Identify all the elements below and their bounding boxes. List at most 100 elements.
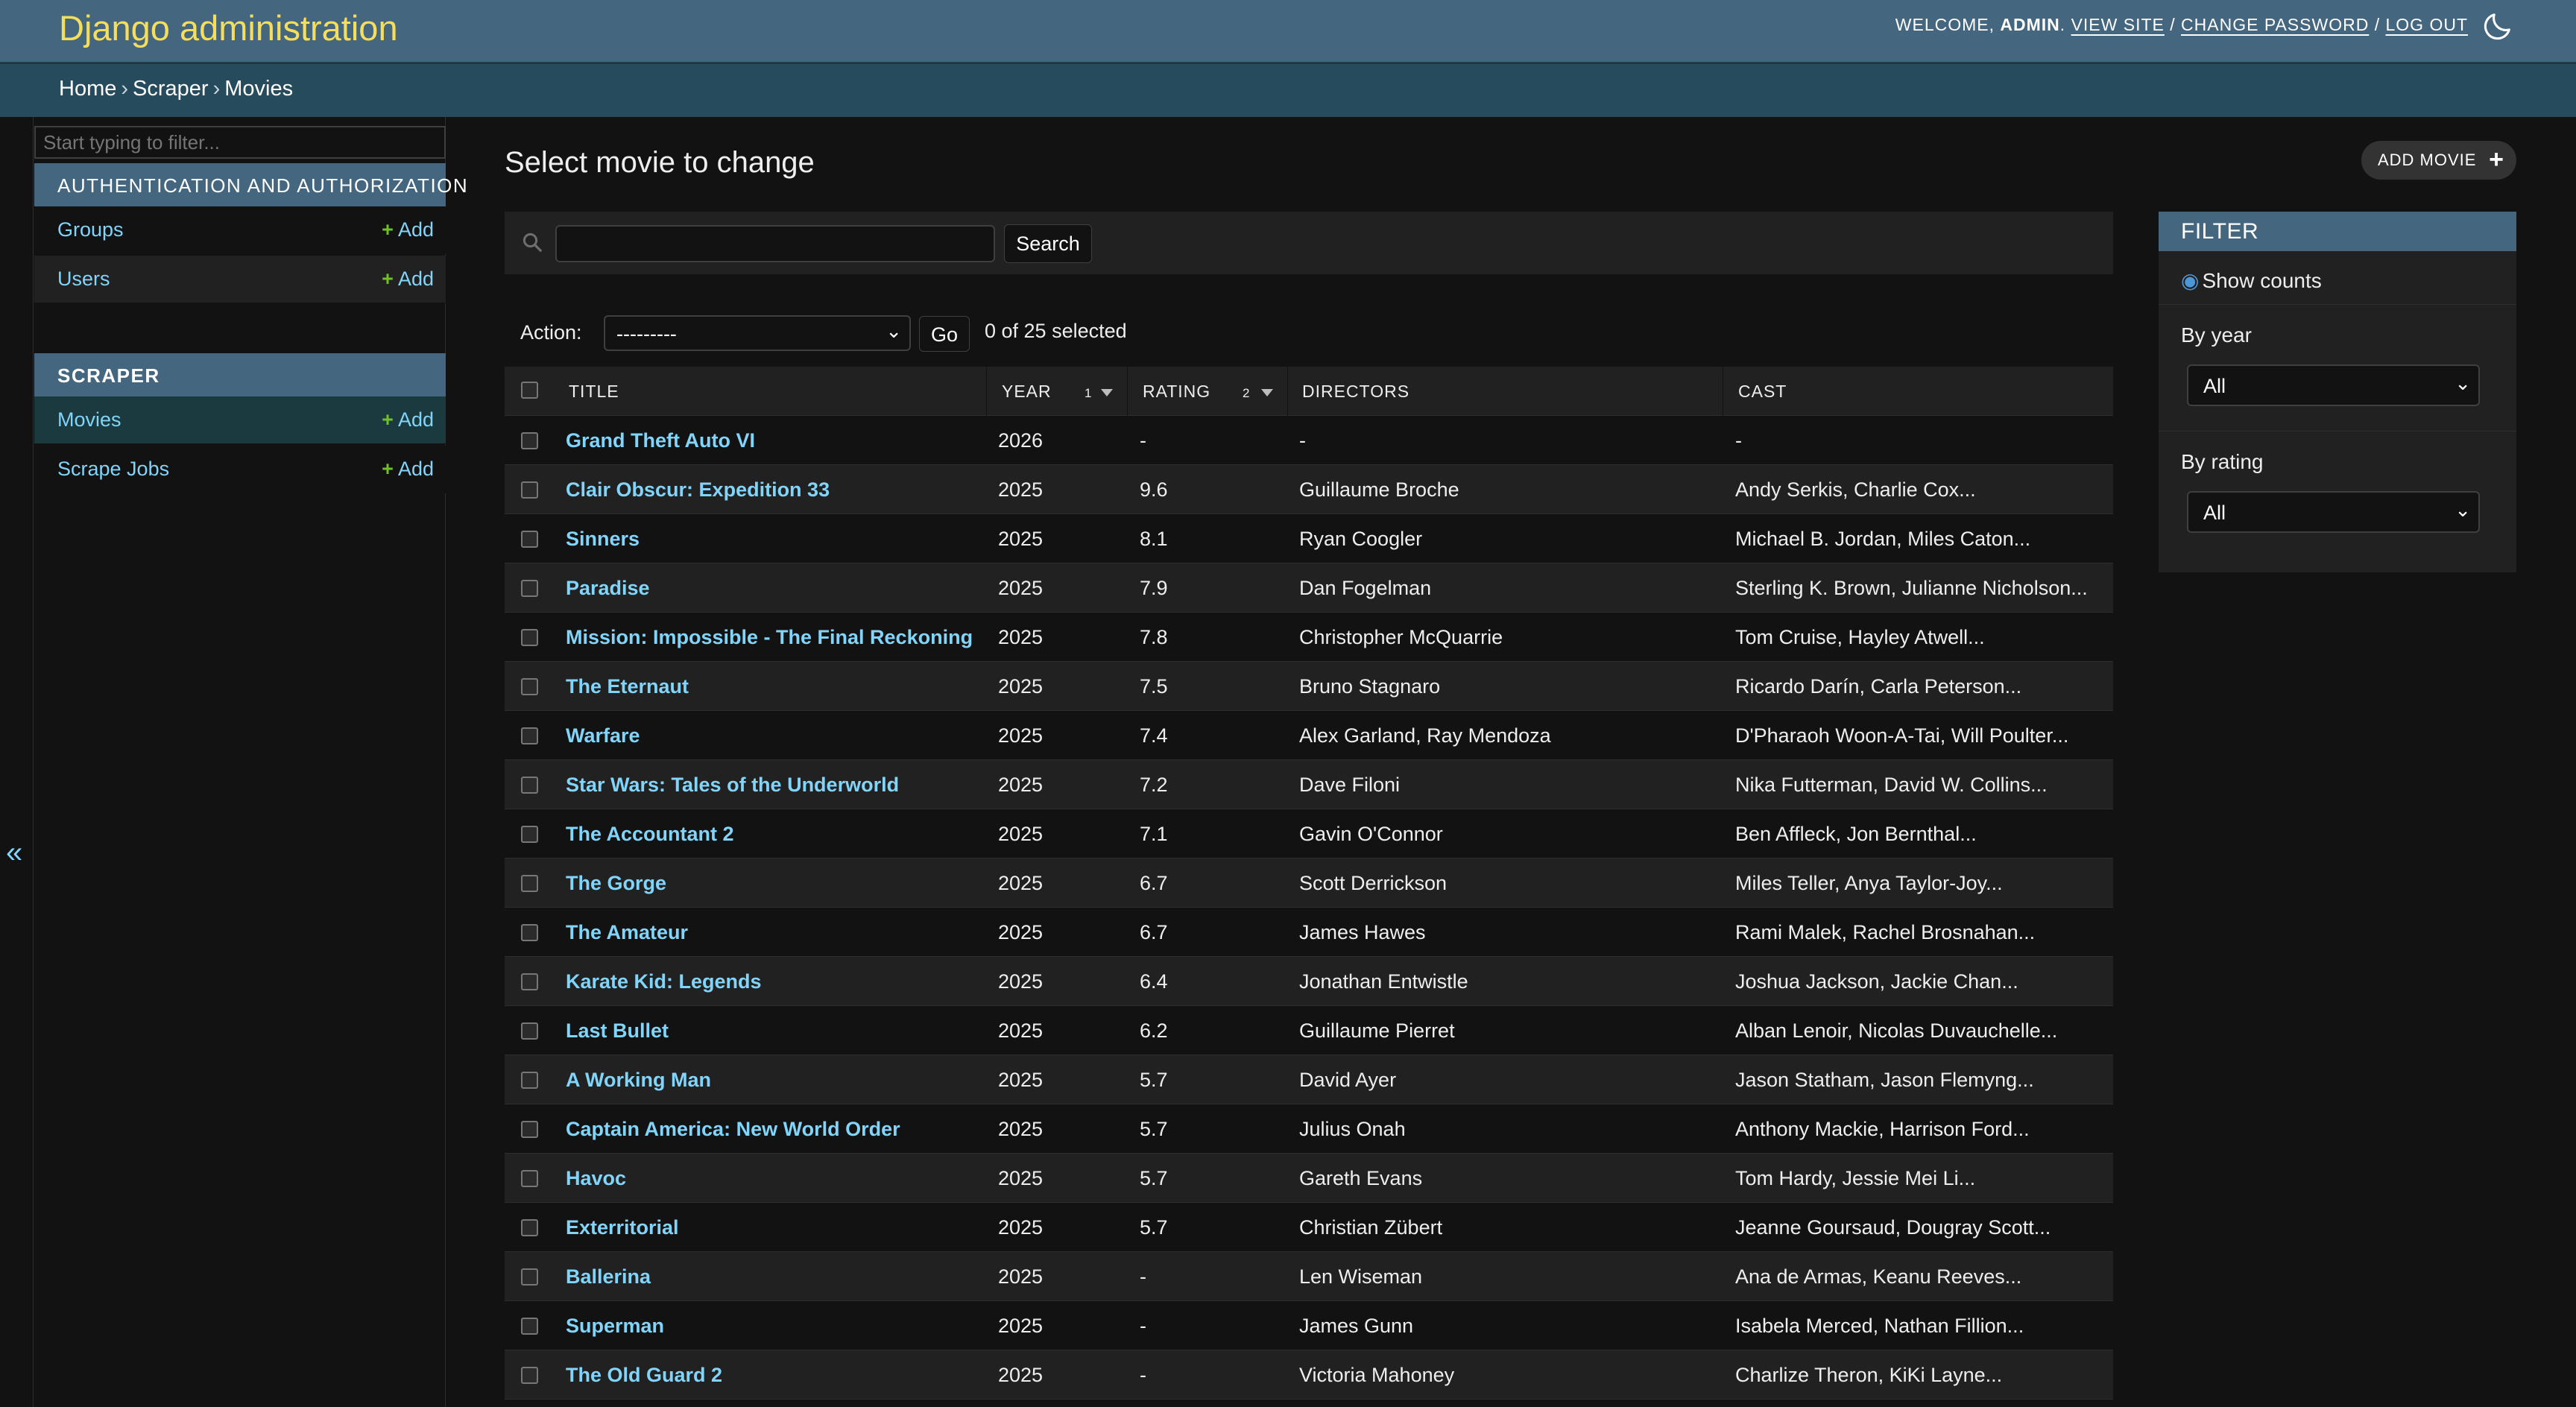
movie-title-link[interactable]: The Accountant 2: [566, 823, 734, 846]
page-title: Select movie to change: [505, 146, 815, 179]
add-movie-link[interactable]: + Add: [382, 408, 434, 431]
row-checkbox[interactable]: [521, 727, 538, 744]
add-scrape-job-link[interactable]: + Add: [382, 458, 434, 481]
show-counts-label: Show counts: [2202, 269, 2322, 292]
rating-filter-select[interactable]: All ⌄: [2187, 491, 2480, 533]
sidebar-item-label[interactable]: Movies: [57, 408, 121, 431]
row-checkbox[interactable]: [521, 432, 538, 449]
column-header-cast: CAST: [1738, 382, 1787, 401]
log-out-link[interactable]: LOG OUT: [2385, 15, 2468, 34]
row-checkbox[interactable]: [521, 580, 538, 597]
row-checkbox[interactable]: [521, 678, 538, 695]
add-movie-button[interactable]: ADD MOVIE +: [2361, 141, 2516, 180]
row-checkbox[interactable]: [521, 481, 538, 499]
app-caption-auth[interactable]: AUTHENTICATION AND AUTHORIZATION: [34, 163, 467, 206]
site-branding[interactable]: Django administration: [59, 7, 398, 48]
row-checkbox[interactable]: [521, 1367, 538, 1384]
movie-title-link[interactable]: The Gorge: [566, 872, 666, 895]
table-row: Superman 2025 - James Gunn Isabela Merced, N…: [505, 1301, 2113, 1350]
table-row: Warfare 2025 7.4 Alex Garland, Ray Mendoza D…: [505, 711, 2113, 760]
search-icon: [523, 233, 542, 252]
collapse-sidebar-icon[interactable]: «: [6, 836, 22, 870]
year-sort-priority: 1: [1085, 386, 1092, 400]
app-caption-scraper[interactable]: SCRAPER: [34, 353, 446, 396]
table-row: The Gorge 2025 6.7 Scott Derrickson Miles Te…: [505, 859, 2113, 908]
movie-title-link[interactable]: Mission: Impossible - The Final Reckonin…: [566, 626, 973, 649]
breadcrumb-scraper[interactable]: Scraper: [133, 77, 209, 101]
movie-title-link[interactable]: Clair Obscur: Expedition 33: [566, 478, 830, 502]
movie-title-link[interactable]: The Eternaut: [566, 675, 689, 698]
add-group-link[interactable]: + Add: [382, 218, 434, 241]
movie-title-link[interactable]: The Old Guard 2: [566, 1364, 722, 1387]
sidebar-item-movies[interactable]: Movies + Add: [34, 396, 446, 444]
row-checkbox[interactable]: [521, 1121, 538, 1138]
movie-title-link[interactable]: Karate Kid: Legends: [566, 970, 762, 993]
movie-title-link[interactable]: Captain America: New World Order: [566, 1118, 900, 1141]
movie-title-link[interactable]: Star Wars: Tales of the Underworld: [566, 774, 899, 797]
movie-title-link[interactable]: Grand Theft Auto VI: [566, 429, 755, 452]
row-checkbox[interactable]: [521, 1318, 538, 1335]
add-user-link[interactable]: + Add: [382, 268, 434, 291]
sidebar-item-groups[interactable]: Groups + Add: [34, 206, 446, 254]
movie-title-link[interactable]: Havoc: [566, 1167, 626, 1190]
select-all-checkbox[interactable]: [521, 382, 538, 399]
movie-title-link[interactable]: Warfare: [566, 724, 640, 747]
sidebar-item-label[interactable]: Scrape Jobs: [57, 458, 169, 481]
breadcrumb-home[interactable]: Home: [59, 77, 116, 101]
movie-rating: 6.2: [1140, 1019, 1168, 1042]
go-button[interactable]: Go: [919, 316, 970, 352]
sidebar-item-label[interactable]: Groups: [57, 218, 124, 241]
movie-rating: -: [1140, 429, 1146, 452]
eye-icon: ◉: [2181, 269, 2200, 292]
row-checkbox[interactable]: [521, 973, 538, 990]
year-filter-select[interactable]: All ⌄: [2187, 364, 2480, 406]
row-checkbox[interactable]: [521, 1219, 538, 1236]
movie-title-link[interactable]: Last Bullet: [566, 1019, 669, 1043]
search-input[interactable]: [555, 225, 995, 262]
movie-title-link[interactable]: Superman: [566, 1315, 664, 1338]
movie-title-link[interactable]: Ballerina: [566, 1265, 651, 1289]
view-site-link[interactable]: VIEW SITE: [2071, 15, 2165, 34]
movie-year: 2025: [998, 774, 1044, 796]
movie-directors: Len Wiseman: [1299, 1265, 1423, 1288]
row-checkbox[interactable]: [521, 924, 538, 941]
movie-directors: Bruno Stagnaro: [1299, 675, 1441, 698]
moon-icon[interactable]: [2481, 9, 2515, 43]
table-row: Paradise 2025 7.9 Dan Fogelman Sterling K. B…: [505, 563, 2113, 613]
movie-title-link[interactable]: A Working Man: [566, 1069, 711, 1092]
movie-year: 2025: [998, 724, 1044, 747]
chevron-down-icon: ⌄: [2455, 372, 2471, 394]
row-checkbox[interactable]: [521, 1170, 538, 1187]
movie-title-link[interactable]: Paradise: [566, 577, 650, 600]
search-button[interactable]: Search: [1004, 224, 1092, 263]
movie-rating: 5.7: [1140, 1216, 1168, 1239]
row-checkbox[interactable]: [521, 1022, 538, 1040]
sidebar-item-users[interactable]: Users + Add: [34, 256, 446, 303]
row-checkbox[interactable]: [521, 777, 538, 794]
movie-title-link[interactable]: The Amateur: [566, 921, 688, 944]
row-checkbox[interactable]: [521, 629, 538, 646]
breadcrumb-separator: ›: [212, 77, 221, 101]
row-checkbox[interactable]: [521, 1268, 538, 1286]
breadcrumb: Home › Scraper › Movies: [0, 63, 2576, 117]
movie-title-link[interactable]: Sinners: [566, 528, 640, 551]
sort-descending-icon[interactable]: [1101, 389, 1113, 396]
sidebar-item-label[interactable]: Users: [57, 268, 110, 291]
column-header-year[interactable]: YEAR: [1002, 382, 1052, 402]
column-header-title[interactable]: TITLE: [569, 382, 619, 402]
nav-filter-input[interactable]: [34, 126, 446, 159]
row-checkbox[interactable]: [521, 531, 538, 548]
sidebar-item-scrape-jobs[interactable]: Scrape Jobs + Add: [34, 446, 446, 493]
row-checkbox[interactable]: [521, 1072, 538, 1089]
plus-icon: +: [382, 408, 394, 431]
show-counts-link[interactable]: ◉ Show counts: [2181, 268, 2322, 293]
movie-title-link[interactable]: Exterritorial: [566, 1216, 679, 1239]
column-header-rating[interactable]: RATING: [1143, 382, 1210, 402]
action-select[interactable]: --------- ⌄: [604, 315, 911, 351]
change-password-link[interactable]: CHANGE PASSWORD: [2181, 15, 2369, 34]
movie-directors: James Gunn: [1299, 1315, 1414, 1337]
row-checkbox[interactable]: [521, 826, 538, 843]
row-checkbox[interactable]: [521, 875, 538, 892]
sort-descending-icon[interactable]: [1261, 389, 1273, 396]
user-tools-separator: /: [2369, 15, 2386, 34]
